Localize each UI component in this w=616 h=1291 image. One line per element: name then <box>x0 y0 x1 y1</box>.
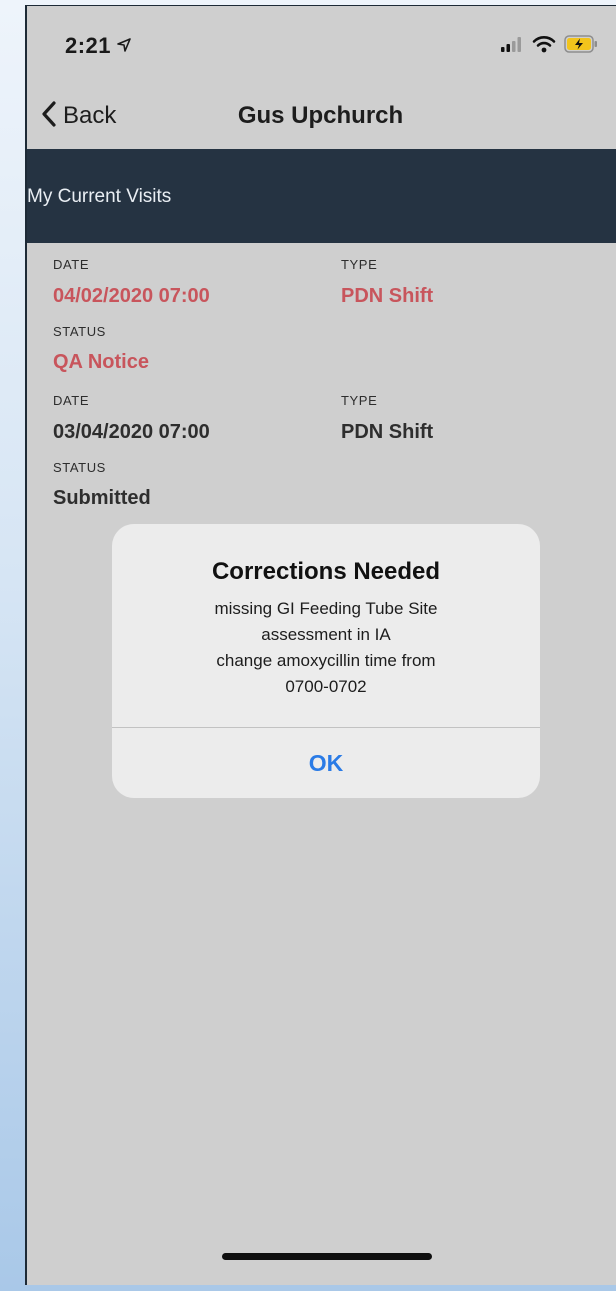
status-value: Submitted <box>53 487 151 509</box>
page-title: Gus Upchurch <box>237 102 404 129</box>
time-text: 2:21 <box>65 33 112 58</box>
dialog-message: missing GI Feeding Tube Site assessment … <box>132 596 520 700</box>
phone-screen: 2:21 Back Gus Upchurch My Current Visits… <box>25 5 616 1285</box>
location-arrow-icon <box>117 32 131 58</box>
date-label: DATE <box>53 257 90 272</box>
date-value: 04/02/2020 07:00 <box>53 285 210 307</box>
visit-row[interactable]: DATE 04/02/2020 07:00 TYPE PDN Shift STA… <box>27 243 616 379</box>
status-icons <box>500 34 598 58</box>
type-value: PDN Shift <box>341 421 434 443</box>
signal-icon <box>500 36 524 57</box>
status-label: STATUS <box>53 460 106 475</box>
corrections-alert-dialog: Corrections Needed missing GI Feeding Tu… <box>112 524 540 798</box>
navigation-bar: Back Gus Upchurch <box>27 88 616 148</box>
type-label: TYPE <box>341 393 378 408</box>
visit-row[interactable]: DATE 03/04/2020 07:00 TYPE PDN Shift STA… <box>27 379 616 515</box>
date-value: 03/04/2020 07:00 <box>53 421 210 443</box>
status-bar: 2:21 <box>27 6 616 86</box>
battery-charging-icon <box>564 34 598 58</box>
section-header-label: My Current Visits <box>27 186 172 207</box>
ok-button[interactable]: OK <box>112 728 540 798</box>
home-indicator[interactable] <box>222 1253 432 1260</box>
dialog-title: Corrections Needed <box>211 558 441 585</box>
type-label: TYPE <box>341 257 378 272</box>
wifi-icon <box>532 35 556 58</box>
section-header: My Current Visits <box>27 149 616 243</box>
visits-list: DATE 04/02/2020 07:00 TYPE PDN Shift STA… <box>27 243 616 515</box>
dialog-message-line: assessment in IA <box>261 625 391 644</box>
status-time: 2:21 <box>65 32 131 59</box>
dialog-message-line: change amoxycillin time from <box>216 651 436 670</box>
status-label: STATUS <box>53 324 106 339</box>
date-label: DATE <box>53 393 90 408</box>
dialog-message-line: 0700-0702 <box>285 677 367 696</box>
dialog-message-line: missing GI Feeding Tube Site <box>214 599 438 618</box>
type-value: PDN Shift <box>341 285 434 307</box>
status-value: QA Notice <box>53 351 149 373</box>
